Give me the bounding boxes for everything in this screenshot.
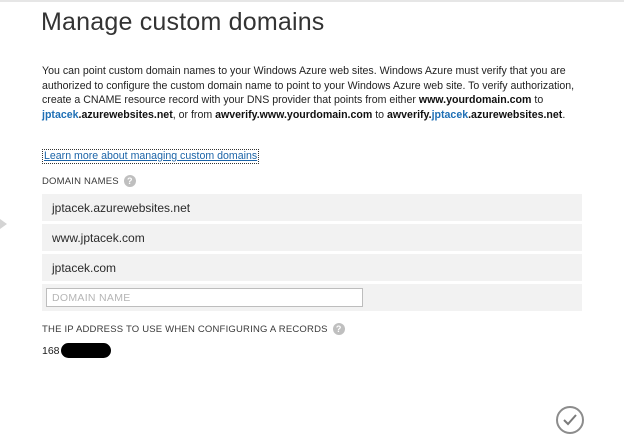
help-icon[interactable]: ? bbox=[332, 323, 345, 335]
dialog-title: Manage custom domains bbox=[41, 8, 325, 36]
learn-more-link[interactable]: Learn more about managing custom domains bbox=[42, 149, 260, 164]
description-or-from: , or from bbox=[172, 108, 216, 121]
domain-row[interactable]: jptacek.com bbox=[42, 254, 582, 281]
domain-name-input[interactable] bbox=[46, 288, 363, 307]
target2-site-name: jptacek bbox=[431, 108, 469, 121]
ip-section-label: THE IP ADDRESS TO USE WHEN CONFIGURING A… bbox=[42, 323, 345, 335]
top-divider bbox=[0, 0, 624, 2]
redaction-mark bbox=[60, 343, 111, 358]
domain-name: jptacek.azurewebsites.net bbox=[52, 200, 191, 215]
domain-row[interactable]: www.jptacek.com bbox=[42, 224, 582, 251]
confirm-button[interactable] bbox=[556, 406, 584, 434]
domain-names-section-label: DOMAIN NAMES ? bbox=[42, 175, 136, 187]
domain-row[interactable]: jptacek.azurewebsites.net bbox=[42, 194, 582, 221]
ip-address-value: 168 bbox=[42, 343, 111, 358]
domain-name: jptacek.com bbox=[52, 260, 117, 275]
domain-example: www.yourdomain.com bbox=[418, 94, 532, 106]
help-icon[interactable]: ? bbox=[123, 175, 136, 187]
domain-name: www.jptacek.com bbox=[52, 230, 145, 245]
checkmark-icon bbox=[563, 414, 577, 426]
domain-names-list: jptacek.azurewebsites.net www.jptacek.co… bbox=[42, 194, 582, 311]
description-to2: to bbox=[372, 108, 388, 121]
description-to1: to bbox=[531, 94, 544, 106]
domain-names-label: DOMAIN NAMES bbox=[42, 175, 119, 187]
target1-suffix: .azurewebsites.net bbox=[78, 108, 173, 121]
ip-address-label: THE IP ADDRESS TO USE WHEN CONFIGURING A… bbox=[42, 323, 328, 335]
new-domain-row bbox=[42, 284, 582, 311]
description-text: You can point custom domain names to you… bbox=[42, 64, 582, 122]
manage-custom-domains-dialog: Manage custom domains You can point cust… bbox=[0, 0, 624, 439]
side-pointer-icon bbox=[0, 219, 7, 229]
verify-example: awverify.www.yourdomain.com bbox=[215, 108, 373, 121]
target2-prefix: awverify. bbox=[387, 108, 432, 121]
target2-suffix: .azurewebsites.net bbox=[468, 108, 563, 121]
description-period: . bbox=[562, 108, 566, 121]
target1-site-name: jptacek bbox=[42, 108, 79, 121]
ip-address-visible: 168 bbox=[42, 344, 60, 357]
